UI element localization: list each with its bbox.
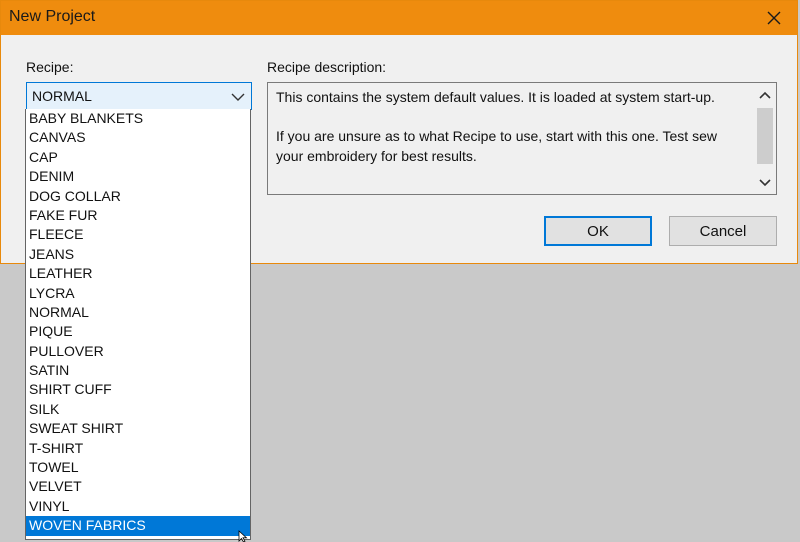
recipe-option[interactable]: CANVAS	[26, 128, 250, 147]
scroll-up-icon[interactable]	[757, 89, 773, 101]
recipe-option[interactable]: LYCRA	[26, 284, 250, 303]
recipe-option[interactable]: DOG COLLAR	[26, 187, 250, 206]
recipe-option[interactable]: LEATHER	[26, 264, 250, 283]
recipe-option[interactable]: PULLOVER	[26, 342, 250, 361]
recipe-option[interactable]: WOVEN FABRICS	[26, 516, 250, 536]
dialog-title: New Project	[9, 8, 96, 25]
recipe-option[interactable]: BABY BLANKETS	[26, 109, 250, 128]
description-scrollbar[interactable]	[754, 83, 776, 194]
title-bar[interactable]: New Project	[1, 1, 797, 35]
recipe-option[interactable]: T-SHIRT	[26, 439, 250, 458]
close-button[interactable]	[751, 1, 797, 35]
recipe-option[interactable]: VINYL	[26, 497, 250, 516]
recipe-selected-value: NORMAL	[32, 88, 92, 104]
scroll-thumb[interactable]	[757, 108, 773, 164]
recipe-option[interactable]: SILK	[26, 400, 250, 419]
recipe-dropdown-list[interactable]: BABY BLANKETS CANVAS CAP DENIM DOG COLLAR FAK…	[25, 109, 251, 540]
recipe-label: Recipe:	[26, 59, 74, 75]
recipe-option[interactable]: CAP	[26, 148, 250, 167]
cancel-button[interactable]: Cancel	[669, 216, 777, 246]
close-icon	[767, 11, 781, 25]
recipe-option[interactable]: SWEAT SHIRT	[26, 419, 250, 438]
recipe-option[interactable]: FAKE FUR	[26, 206, 250, 225]
recipe-option[interactable]: JEANS	[26, 245, 250, 264]
recipe-option[interactable]: SATIN	[26, 361, 250, 380]
recipe-option[interactable]: TOWEL	[26, 458, 250, 477]
recipe-description-text: This contains the system default values.…	[276, 89, 717, 164]
chevron-down-icon	[231, 93, 245, 101]
recipe-option[interactable]: SHIRT CUFF	[26, 380, 250, 399]
recipe-option[interactable]: NORMAL	[26, 303, 250, 322]
recipe-option[interactable]: VELVET	[26, 477, 250, 496]
ok-button[interactable]: OK	[544, 216, 652, 246]
recipe-option[interactable]: PIQUE	[26, 322, 250, 341]
mouse-cursor-icon	[238, 530, 248, 542]
recipe-description-box[interactable]: This contains the system default values.…	[267, 82, 777, 195]
scroll-down-icon[interactable]	[757, 177, 773, 189]
recipe-option[interactable]: DENIM	[26, 167, 250, 186]
recipe-option[interactable]: FLEECE	[26, 225, 250, 244]
recipe-combobox[interactable]: NORMAL	[26, 82, 252, 110]
recipe-description-label: Recipe description:	[267, 59, 387, 75]
